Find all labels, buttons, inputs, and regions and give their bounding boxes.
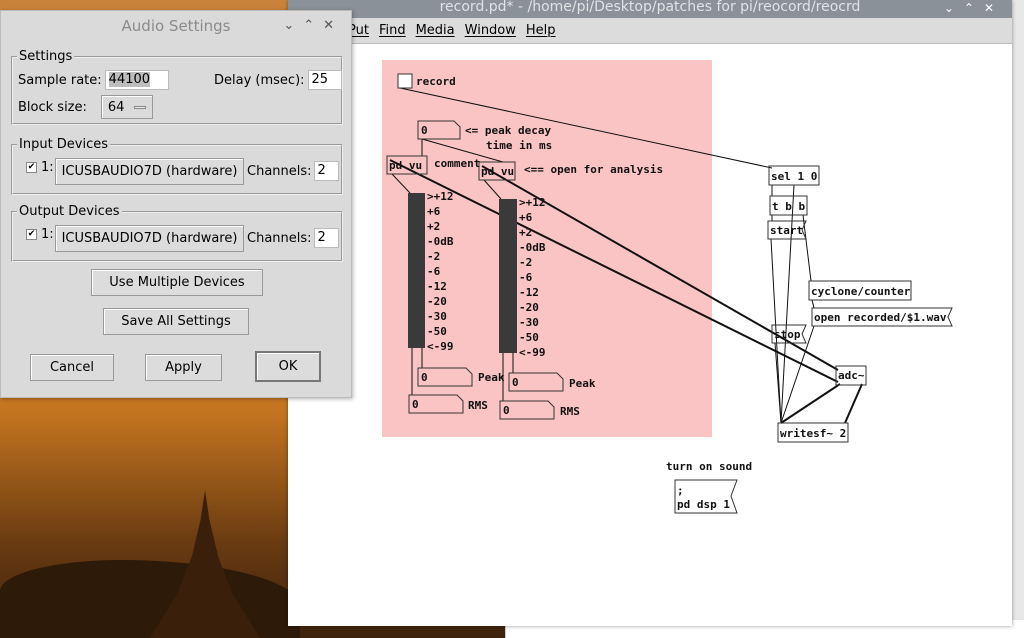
desktop-trees: [0, 560, 300, 638]
use-multiple-devices-button[interactable]: Use Multiple Devices: [91, 269, 263, 296]
input-device-checkbox[interactable]: ✔: [26, 162, 37, 173]
save-all-settings-button[interactable]: Save All Settings: [103, 308, 249, 335]
input-device-button[interactable]: ICUSBAUDIO7D (hardware): [55, 158, 244, 185]
output-channels-input[interactable]: 2: [313, 228, 339, 248]
input-index: 1:: [41, 160, 54, 175]
delay-input[interactable]: 25: [307, 70, 342, 90]
input-channels-input[interactable]: 2: [313, 161, 339, 181]
sample-rate-input[interactable]: 44100: [108, 72, 151, 87]
output-device-button[interactable]: ICUSBAUDIO7D (hardware): [55, 225, 244, 252]
dialog-window-controls[interactable]: ⌄⌃✕: [283, 11, 343, 41]
ok-button[interactable]: OK: [255, 351, 321, 382]
option-menu-indicator-icon: [134, 105, 147, 109]
settings-legend: Settings: [19, 49, 73, 64]
pd-patch-window: record.pd* - /home/pi/Desktop/patches fo…: [288, 0, 1012, 626]
input-channels-label: Channels:: [247, 163, 312, 179]
input-legend: Input Devices: [19, 137, 109, 152]
menu-find[interactable]: Find: [379, 23, 406, 38]
output-index: 1:: [41, 227, 54, 242]
dialog-title-bar[interactable]: Audio Settings ⌄⌃✕: [1, 11, 351, 41]
block-size-value: 64: [107, 99, 125, 115]
pd-title-bar[interactable]: record.pd* - /home/pi/Desktop/patches fo…: [288, 0, 1012, 18]
output-device-checkbox[interactable]: ✔: [26, 229, 37, 240]
cancel-button[interactable]: Cancel: [30, 354, 114, 381]
output-channels-label: Channels:: [247, 230, 312, 246]
block-size-menu[interactable]: 64: [100, 95, 153, 119]
apply-button[interactable]: Apply: [145, 354, 222, 381]
menu-bar: Put Find Media Window Help: [288, 18, 1012, 44]
menu-help[interactable]: Help: [526, 23, 556, 38]
output-legend: Output Devices: [19, 204, 120, 219]
dialog-title: Audio Settings: [121, 17, 231, 35]
delay-label: Delay (msec):: [214, 72, 305, 88]
sample-rate-label: Sample rate:: [18, 72, 102, 88]
menu-window[interactable]: Window: [465, 23, 516, 38]
window-title: record.pd* - /home/pi/Desktop/patches fo…: [439, 0, 861, 15]
menu-media[interactable]: Media: [416, 23, 455, 38]
audio-settings-dialog: Audio Settings ⌄⌃✕ Settings Sample rate: 4…: [0, 10, 352, 398]
window-controls[interactable]: ⌄⌃✕: [944, 1, 1004, 15]
background-window: [1010, 0, 1024, 638]
block-size-label: Block size:: [18, 99, 87, 115]
